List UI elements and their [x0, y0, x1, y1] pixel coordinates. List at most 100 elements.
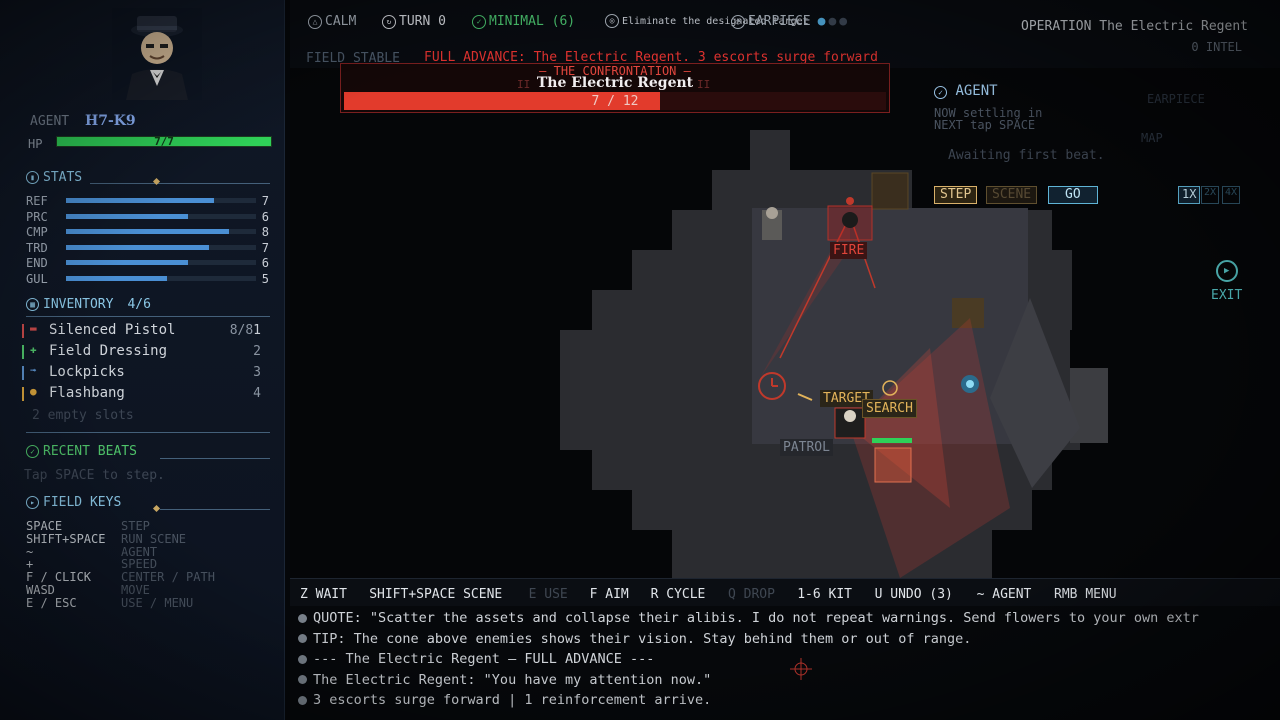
log-bullet-icon: [298, 613, 307, 623]
noise-text: MINIMAL (6): [489, 14, 576, 29]
speed-2x-button[interactable]: 2X: [1201, 186, 1220, 204]
hotkey-scene[interactable]: SHIFT+SPACE SCENE: [369, 587, 502, 602]
hotkey-key: Z: [300, 587, 308, 602]
signal-dot-off: ●: [839, 14, 848, 29]
inventory-item[interactable]: ▬ Silenced Pistol 8/81: [22, 322, 267, 340]
hotkey-wait[interactable]: Z WAIT: [300, 587, 347, 602]
item-count: 3: [253, 365, 261, 380]
hp-value: 7/7: [154, 135, 174, 148]
mood-icon: △: [308, 14, 322, 29]
hotkey-action: MENU: [1085, 587, 1117, 602]
field-key-row: SHIFT+SPACE RUN SCENE: [26, 533, 186, 545]
earpiece-chip[interactable]: ◔ EARPIECE ● ● ●: [731, 14, 847, 29]
operation-title: OPERATION The Electric Regent: [1021, 19, 1248, 34]
stat-bar-fill: [66, 260, 188, 265]
inventory-icon: ▦: [26, 298, 39, 311]
stats-icon: ▮: [26, 171, 39, 184]
mood-chip: △ CALM: [308, 14, 356, 29]
hotkey-action: CYCLE: [666, 587, 706, 602]
speed-1x-button[interactable]: 1X: [1178, 186, 1201, 204]
stat-bar: [66, 229, 256, 234]
stat-row-prc: PRC 6: [26, 210, 271, 224]
hotkey-menu[interactable]: RMB MENU: [1054, 587, 1117, 602]
log-line: 3 escorts surge forward | 1 reinforcemen…: [298, 692, 711, 708]
earpiece-icon: ◔: [731, 14, 745, 29]
inventory-item[interactable]: ➟ Lockpicks 3: [22, 364, 267, 382]
hotkey-action: AIM: [605, 587, 629, 602]
inventory-header[interactable]: ▦ INVENTORY 4/6: [26, 297, 151, 312]
inventory-empty-slots: 2 empty slots: [32, 408, 134, 423]
keys-icon: ▸: [26, 496, 39, 509]
hotkey-action: UNDO (3): [890, 587, 953, 602]
stat-bar-fill: [66, 275, 167, 281]
hotkey-key: RMB: [1054, 587, 1078, 602]
item-color-bar: [22, 324, 24, 338]
scene-button[interactable]: SCENE: [986, 186, 1038, 204]
log-text: QUOTE: "Scatter the assets and collapse …: [313, 610, 1199, 626]
log-text: The Electric Regent: "You have my attent…: [313, 671, 712, 688]
stat-row-cmp: CMP 8: [26, 225, 271, 239]
boss-hp-value: 7 / 12: [591, 94, 639, 109]
agent-waiting: Awaiting first beat.: [948, 148, 1105, 163]
turn-text: TURN 0: [399, 14, 446, 29]
field-keys-title: FIELD KEYS: [43, 495, 122, 510]
hotkey-undo[interactable]: U UNDO (3): [875, 587, 953, 602]
inventory-count: 4/6: [127, 297, 151, 312]
boss-health-panel: — THE CONFRONTATION — II II The Electric…: [340, 63, 890, 113]
pistol-icon: ▬: [30, 322, 37, 335]
log-bullet-icon: [298, 675, 307, 684]
stat-value: 7: [261, 240, 269, 255]
hotkey-cycle[interactable]: R CYCLE: [651, 587, 706, 602]
log-bullet-icon: [298, 695, 307, 705]
stat-bar: [66, 260, 256, 265]
hotkey-use[interactable]: E USE: [529, 587, 568, 602]
divider-diamond: [152, 504, 161, 513]
log-text: 3 escorts surge forward | 1 reinforcemen…: [313, 692, 712, 708]
signal-dot-off: ●: [828, 14, 837, 29]
item-count-value: 8/8: [229, 323, 254, 338]
turn-chip: ↻ TURN 0: [382, 14, 446, 29]
objective-icon: ◎: [605, 14, 619, 28]
stat-bar: [66, 213, 256, 219]
agent-panel-title: ✓ AGENT: [934, 83, 998, 99]
ghost-map-label: MAP: [1141, 131, 1163, 145]
stat-label: PRC: [26, 209, 48, 224]
go-button[interactable]: GO: [1048, 186, 1098, 204]
beats-icon: ✓: [26, 445, 39, 458]
stat-bar: [66, 198, 256, 203]
divider: [26, 432, 270, 433]
agent-panel-title-text: AGENT: [955, 83, 998, 99]
exit-button[interactable]: ▶ EXIT: [1211, 260, 1242, 303]
stat-row-gul: GUL 5: [26, 272, 271, 286]
grenade-icon: ●: [30, 385, 37, 398]
field-key-row: SPACE STEP: [26, 520, 150, 532]
log-line: The Electric Regent: "You have my attent…: [298, 672, 711, 688]
inventory-item[interactable]: ● Flashbang 4: [22, 385, 267, 403]
exit-label: EXIT: [1211, 288, 1243, 303]
hotkey-key: F: [589, 587, 598, 602]
item-count-value: 3: [253, 365, 261, 380]
log-line: TIP: The cone above enemies shows their …: [298, 631, 971, 647]
log-bullet-icon: [298, 654, 307, 664]
hotkey-key: SHIFT+SPACE: [369, 587, 456, 602]
field-key-row: WASD MOVE: [26, 584, 150, 596]
agent-sidebar: AGENT H7-K9 HP 7/7 ▮ STATS REF 7 PRC 6 CMP 8 T…: [0, 0, 285, 720]
agent-panel: ✓ AGENT NOW settling in NEXT tap SPACE A…: [920, 78, 1260, 186]
agent-panel-icon: ✓: [934, 86, 947, 99]
hotkey-agent[interactable]: ~ AGENT: [977, 587, 1032, 602]
inventory-item[interactable]: ✚ Field Dressing 2: [22, 343, 267, 361]
patrol-tag: PATROL: [780, 439, 833, 456]
stat-bar-fill: [66, 198, 215, 203]
key-name: ~: [26, 544, 34, 559]
item-name: Lockpicks: [49, 364, 125, 380]
exit-icon: ▶: [1215, 260, 1238, 282]
speed-4x-button[interactable]: 4X: [1222, 186, 1241, 204]
stat-value: 8: [261, 225, 269, 239]
hotkey-kit[interactable]: 1-6 KIT: [797, 587, 852, 602]
hotkey-drop[interactable]: Q DROP: [728, 587, 775, 602]
recent-beats-hint: Tap SPACE to step.: [24, 468, 165, 483]
intel-count: 0 INTEL: [1191, 40, 1242, 54]
noise-icon: ✓: [472, 14, 486, 29]
hotkey-aim[interactable]: F AIM: [590, 587, 629, 602]
step-button[interactable]: STEP: [934, 186, 978, 204]
